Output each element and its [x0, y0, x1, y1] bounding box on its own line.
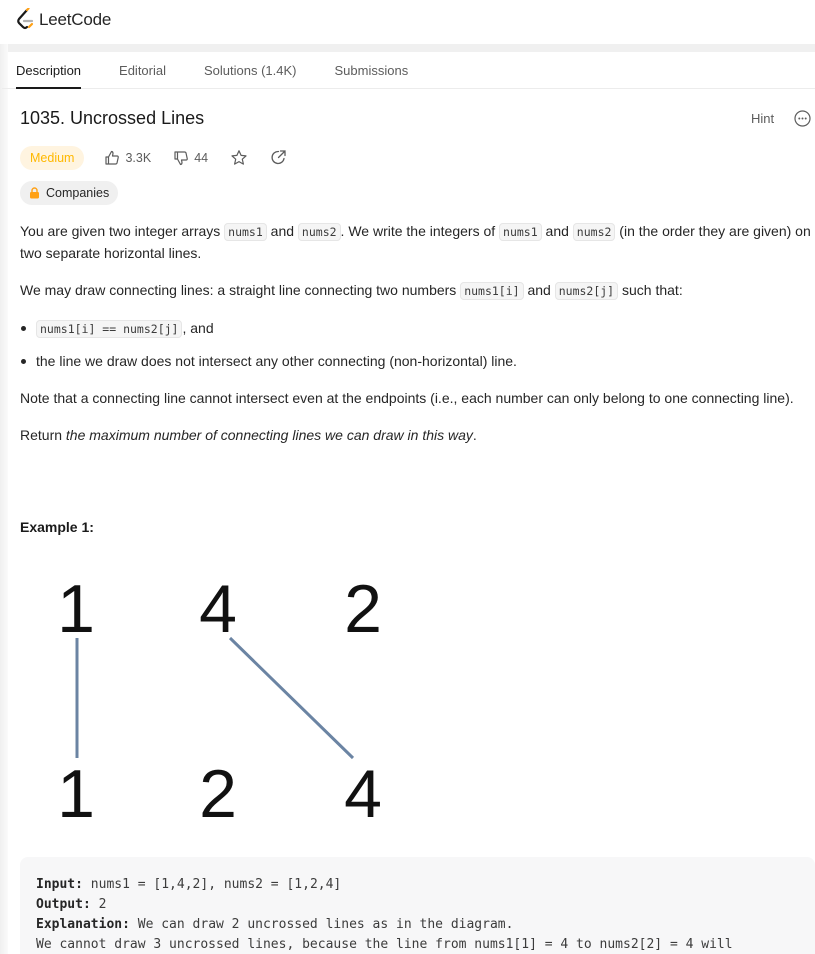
thumbs-down-icon [174, 150, 189, 165]
tab-description[interactable]: Description [16, 52, 82, 89]
explanation-value: We can draw 2 uncrossed lines as in the … [129, 917, 514, 932]
emphasis: the maximum number of connecting lines w… [65, 427, 473, 443]
diagram-top-number: 1 [57, 571, 95, 647]
inline-code: nums1[i] [460, 282, 524, 300]
diagram-bottom-number: 1 [57, 756, 95, 832]
dislike-button[interactable]: 44 [173, 150, 208, 166]
text: . [472, 427, 477, 443]
diagram-bottom-number: 2 [199, 756, 237, 832]
example-1-diagram: 1 4 2 1 2 4 [57, 571, 382, 832]
text: You are given two integer arrays [20, 223, 225, 239]
panel-edge [0, 44, 8, 954]
like-button[interactable]: 3.3K [104, 150, 151, 166]
problem-title[interactable]: 1035. Uncrossed Lines [20, 108, 204, 129]
problem-meta: Medium 3.3K 44 [20, 145, 309, 170]
condition-list: nums1[i] == nums2[j], and the line we dr… [20, 318, 815, 372]
dislike-count: 44 [194, 150, 209, 165]
explanation-label: Explanation: [36, 917, 130, 932]
example-1-heading: Example 1: [20, 519, 94, 535]
list-item: the line we draw does not intersect any … [20, 351, 815, 372]
like-count: 3.3K [125, 150, 152, 165]
description-paragraph-3: Note that a connecting line cannot inter… [20, 390, 794, 406]
text: and [541, 223, 573, 239]
more-options-icon[interactable] [794, 110, 811, 127]
connecting-line [228, 636, 355, 760]
hint-button[interactable]: Hint [751, 111, 774, 126]
tab-submissions[interactable]: Submissions [335, 52, 409, 89]
inline-code: nums2[j] [554, 282, 619, 300]
text: the line we draw does not intersect any … [36, 353, 517, 369]
companies-tag[interactable]: Companies [20, 181, 119, 205]
text: , and [182, 320, 214, 336]
inline-code: nums1 [499, 223, 542, 241]
example-1-code-block: Input: nums1 = [1,4,2], nums2 = [1,2,4] … [20, 857, 815, 954]
diagram-bottom-number: 4 [344, 756, 382, 832]
text: Return [20, 427, 66, 443]
problem-tabs: Description Editorial Solutions (1.4K) S… [2, 52, 815, 89]
tab-solutions[interactable]: Solutions (1.4K) [204, 52, 297, 89]
share-icon [271, 150, 286, 165]
favorite-button[interactable] [230, 149, 248, 167]
inline-code: nums2 [297, 223, 341, 241]
inline-code: nums2 [572, 223, 616, 241]
description-paragraph-4: Return the maximum number of connecting … [20, 425, 815, 446]
text: such that: [618, 282, 683, 298]
share-button[interactable] [270, 149, 287, 166]
diagram-top-number: 4 [199, 571, 237, 647]
input-label: Input: [36, 877, 83, 892]
leetcode-logo-icon [17, 8, 34, 30]
inline-code: nums1[i] == nums2[j] [36, 320, 183, 338]
text: . We write the integers of [340, 223, 500, 239]
leetcode-logo[interactable]: LeetCode [15, 8, 111, 32]
description-paragraph-2: We may draw connecting lines: a straight… [20, 280, 815, 302]
top-bar: LeetCode [0, 0, 815, 44]
companies-label: Companies [46, 186, 110, 200]
explanation-line-2: We cannot draw 3 uncrossed lines, becaus… [36, 937, 733, 952]
panel-divider [0, 44, 815, 52]
output-label: Output: [36, 897, 91, 912]
logo-text: LeetCode [39, 10, 112, 29]
tab-editorial[interactable]: Editorial [119, 52, 166, 89]
list-item: nums1[i] == nums2[j], and [20, 318, 815, 340]
text: and [523, 282, 555, 298]
inline-code: nums1 [224, 223, 267, 241]
star-icon [231, 149, 247, 165]
output-value: 2 [90, 897, 107, 912]
problem-description: You are given two integer arrays nums1 a… [20, 221, 815, 462]
text: We may draw connecting lines: a straight… [20, 282, 461, 298]
input-value: nums1 = [1,4,2], nums2 = [1,2,4] [82, 877, 342, 892]
lock-icon [30, 187, 39, 199]
diagram-top-number: 2 [344, 571, 382, 647]
description-paragraph-1: You are given two integer arrays nums1 a… [20, 221, 815, 264]
text: and [266, 223, 298, 239]
difficulty-badge: Medium [20, 145, 85, 170]
thumbs-up-icon [105, 150, 120, 165]
